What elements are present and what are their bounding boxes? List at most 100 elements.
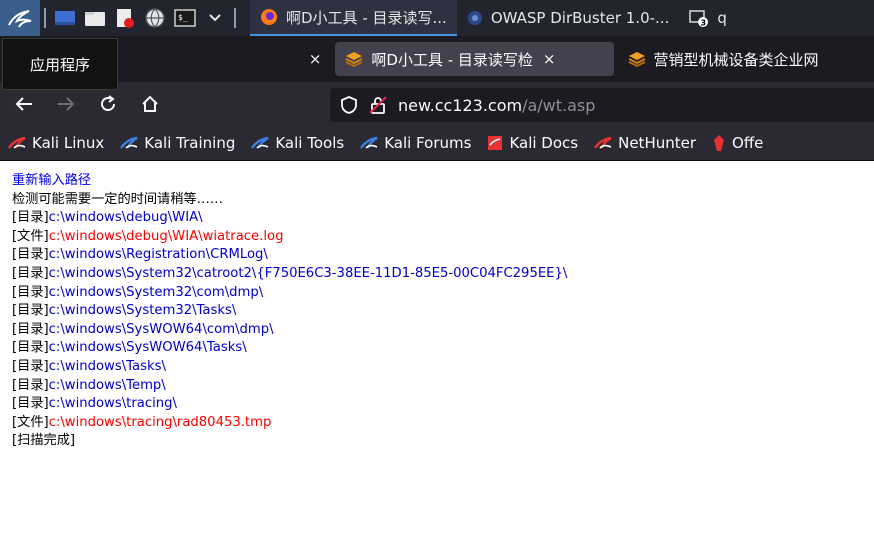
taskbar-separator [234, 8, 236, 28]
scan-result-row: [目录]c:\windows\Temp\ [12, 377, 862, 396]
entry-type-tag: [目录] [12, 358, 49, 374]
home-icon [142, 95, 158, 112]
reinput-path-link[interactable]: 重新输入路径 [12, 173, 91, 188]
bookmark-label: Kali Linux [32, 134, 105, 152]
entry-type-tag: [目录] [12, 265, 49, 281]
bookmark-offsec[interactable]: Offe [712, 134, 763, 152]
tab-close-button[interactable]: × [309, 50, 322, 68]
url-path: /a/wt.asp [522, 95, 596, 115]
kali-training-icon [120, 136, 138, 150]
desktop-icon[interactable] [52, 5, 78, 31]
bookmark-kali-docs[interactable]: Kali Docs [487, 134, 578, 152]
directory-path: c:\windows\tracing\ [48, 396, 177, 412]
bookmark-label: Kali Training [144, 134, 236, 152]
task-label: 啊D小工具 - 目录读写... [286, 8, 447, 27]
taskbar-separator [44, 8, 46, 28]
entry-type-tag: [目录] [12, 340, 49, 356]
bookmark-label: Offe [732, 134, 764, 152]
java-app-icon [467, 10, 483, 26]
bookmark-label: NetHunter [618, 134, 697, 152]
bookmark-kali-linux[interactable]: Kali Linux [8, 134, 104, 152]
file-manager-icon[interactable] [82, 5, 108, 31]
task-label: q [717, 9, 727, 27]
directory-path: c:\windows\Registration\CRMLog\ [48, 247, 268, 263]
text-editor-icon[interactable] [112, 5, 138, 31]
bookmark-kali-tools[interactable]: Kali Tools [251, 134, 344, 152]
applications-tooltip: 应用程序 [2, 38, 118, 90]
svg-text:3: 3 [701, 19, 707, 28]
entry-type-tag: [目录] [12, 303, 49, 319]
reload-icon [101, 95, 115, 111]
task-dirbuster[interactable]: OWASP DirBuster 1.0-... [457, 0, 680, 36]
url-host: new.cc123.com [398, 95, 523, 115]
window-badge-icon: 3 [689, 8, 709, 28]
directory-path: c:\windows\Tasks\ [48, 358, 166, 374]
bookmark-label: Kali Forums [384, 134, 472, 152]
site-favicon-icon [628, 51, 646, 67]
scan-result-row: [目录]c:\windows\debug\WIA\ [12, 209, 862, 228]
shield-icon[interactable] [340, 95, 358, 115]
entry-type-tag: [文件] [12, 228, 49, 244]
tab-marketing-site[interactable]: 营销型机械设备类企业网 [618, 42, 874, 76]
bookmark-kali-training[interactable]: Kali Training [120, 134, 235, 152]
scan-result-row: [文件]c:\windows\tracing\rad80453.tmp [12, 414, 862, 433]
entry-type-tag: [目录] [12, 247, 49, 263]
page-content: 重新输入路径 检测可能需要一定的时间请稍等…… [目录]c:\windows\d… [12, 172, 862, 451]
scan-complete-label: [扫描完成] [12, 433, 76, 449]
forward-button[interactable] [48, 88, 84, 120]
svg-text:$_: $_ [178, 13, 188, 22]
scan-result-row: [目录]c:\windows\System32\catroot2\{F750E6… [12, 265, 862, 284]
bookmarks-toolbar: Kali Linux Kali Training Kali Tools Kali… [0, 126, 874, 161]
scan-result-row: [目录]c:\windows\SysWOW64\Tasks\ [12, 339, 862, 358]
bookmark-nethunter[interactable]: NetHunter [594, 134, 696, 152]
directory-path: c:\windows\SysWOW64\Tasks\ [48, 340, 247, 356]
tab-ad-tool[interactable]: 啊D小工具 - 目录读写检 × [335, 42, 614, 76]
task-third[interactable]: 3 q [679, 0, 737, 36]
file-path: c:\windows\debug\WIA\wiatrace.log [48, 228, 284, 244]
kali-menu-icon[interactable] [0, 0, 40, 36]
directory-path: c:\windows\System32\Tasks\ [48, 303, 237, 319]
scan-result-row: [目录]c:\windows\SysWOW64\com\dmp\ [12, 321, 862, 340]
entry-type-tag: [文件] [12, 414, 49, 430]
home-button[interactable] [132, 88, 168, 120]
kali-docs-icon [487, 135, 503, 151]
nethunter-icon [594, 136, 612, 150]
tab-close-button[interactable]: × [543, 50, 556, 68]
scan-result-row: [文件]c:\windows\debug\WIA\wiatrace.log [12, 228, 862, 247]
scan-result-row: [目录]c:\windows\Tasks\ [12, 358, 862, 377]
directory-path: c:\windows\System32\com\dmp\ [48, 284, 264, 300]
directory-path: c:\windows\debug\WIA\ [48, 210, 203, 226]
entry-type-tag: [目录] [12, 396, 49, 412]
bookmark-kali-forums[interactable]: Kali Forums [360, 134, 471, 152]
entry-type-tag: [目录] [12, 321, 49, 337]
bookmark-label: Kali Tools [275, 134, 345, 152]
task-label: OWASP DirBuster 1.0-... [490, 9, 670, 27]
chevron-down-icon[interactable] [202, 5, 228, 31]
scan-result-row: [目录]c:\windows\Registration\CRMLog\ [12, 246, 862, 265]
entry-type-tag: [目录] [12, 284, 49, 300]
task-firefox[interactable]: 啊D小工具 - 目录读写... [250, 0, 457, 36]
scan-result-row: [目录]c:\windows\tracing\ [12, 395, 862, 414]
back-arrow-icon [15, 97, 32, 111]
web-browser-icon[interactable] [142, 5, 168, 31]
kali-forums-icon [360, 136, 378, 150]
tab-label: 营销型机械设备类企业网 [653, 50, 819, 69]
directory-path: c:\windows\System32\catroot2\{F750E6C3-3… [48, 265, 568, 281]
directory-path: c:\windows\Temp\ [48, 377, 166, 393]
entry-type-tag: [目录] [12, 377, 49, 393]
forward-arrow-icon [58, 97, 75, 111]
reload-button[interactable] [90, 88, 126, 120]
firefox-icon [260, 8, 278, 26]
kali-tools-icon [251, 136, 269, 150]
navigation-toolbar: new.cc123.com/a/wt.asp [0, 82, 874, 126]
scan-result-row: [目录]c:\windows\System32\com\dmp\ [12, 284, 862, 303]
directory-path: c:\windows\SysWOW64\com\dmp\ [48, 321, 274, 337]
back-button[interactable] [6, 88, 42, 120]
kali-dragon-icon [8, 136, 26, 150]
url-text[interactable]: new.cc123.com/a/wt.asp [398, 96, 595, 115]
offsec-icon [712, 134, 726, 152]
site-favicon-icon [345, 51, 363, 67]
insecure-lock-icon[interactable] [368, 95, 388, 115]
url-bar[interactable]: new.cc123.com/a/wt.asp [330, 88, 874, 122]
terminal-icon[interactable]: $_ [172, 5, 198, 31]
